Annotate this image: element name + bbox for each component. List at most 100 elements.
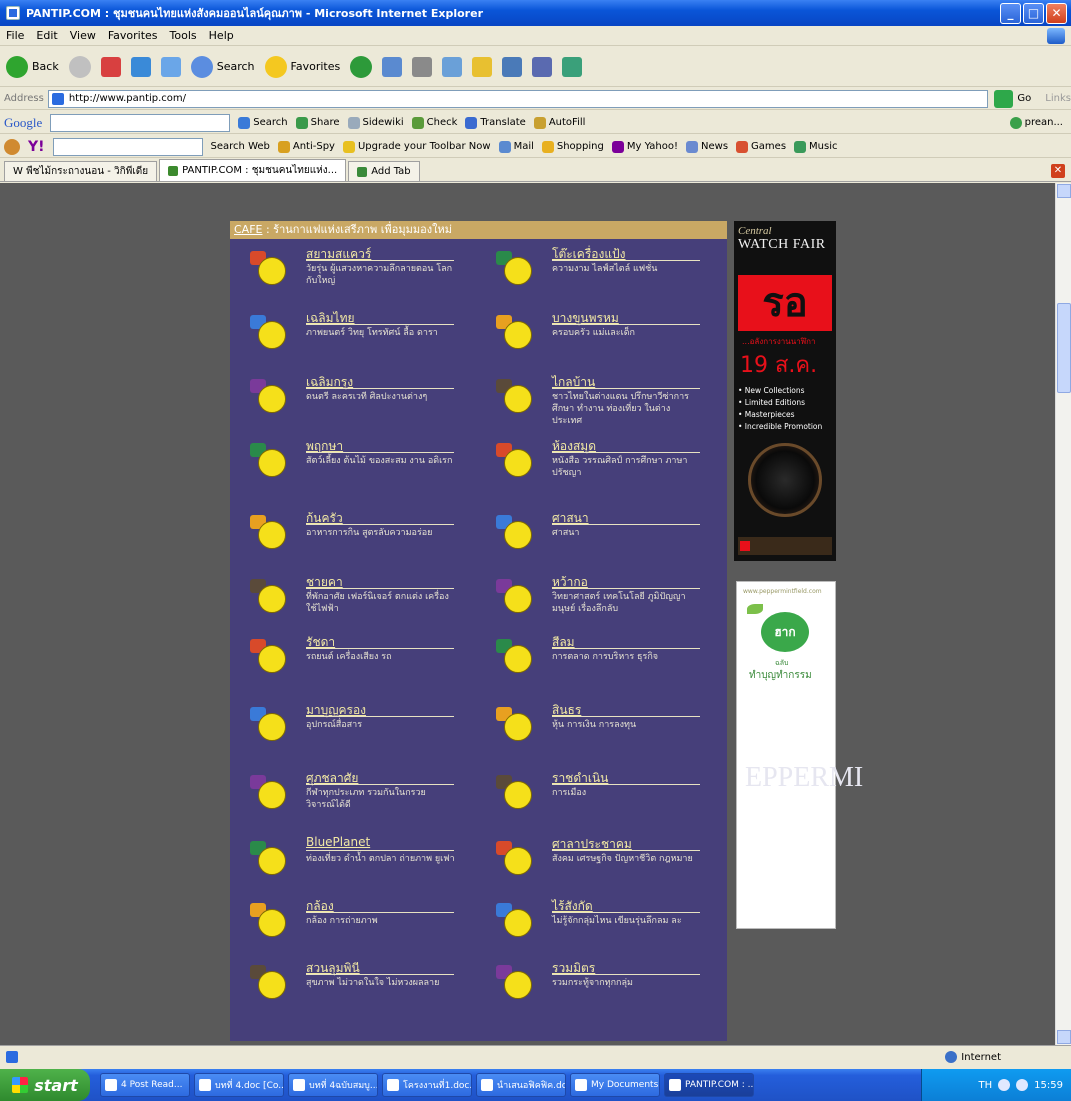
taskbar-button[interactable]: โครงงานที่1.doc...: [382, 1073, 472, 1097]
forum-mascot-icon[interactable]: [496, 577, 540, 621]
forum-name[interactable]: พฤกษา: [306, 437, 343, 456]
yahoo-music-button[interactable]: Music: [794, 140, 837, 153]
forum-mascot-icon[interactable]: [496, 901, 540, 945]
refresh-icon[interactable]: [130, 56, 151, 77]
yahoo-search-input[interactable]: [52, 137, 203, 156]
forum-item[interactable]: รวมมิตร รวมกระทู้จากทุกกลุ่ม: [482, 959, 712, 1019]
print-icon[interactable]: [412, 56, 433, 77]
forum-name[interactable]: รัชดา: [306, 633, 335, 652]
forum-item[interactable]: สินธร หุ้น การเงิน การลงทุน: [482, 701, 712, 761]
tab-wikipedia[interactable]: W พืชไม้กระถางนอน - วิกิพีเดีย: [4, 161, 158, 181]
folder-icon[interactable]: [472, 56, 493, 77]
research-icon[interactable]: [532, 56, 553, 77]
address-input[interactable]: http://www.pantip.com/: [47, 89, 988, 108]
forum-item[interactable]: กล้อง กล้อง การถ่ายภาพ: [236, 897, 466, 957]
vertical-scrollbar[interactable]: [1055, 183, 1071, 1045]
taskbar-button[interactable]: บทที่ 4ฉบับสมบู...: [288, 1073, 378, 1097]
forum-item[interactable]: สีลม การตลาด การบริหาร ธุรกิจ: [482, 633, 712, 693]
forum-mascot-icon[interactable]: [250, 963, 294, 1007]
forum-item[interactable]: บางขุนพรหม ครอบครัว แม่และเด็ก: [482, 309, 712, 369]
mail-icon[interactable]: [382, 56, 403, 77]
menu-help[interactable]: Help: [209, 29, 234, 42]
menu-tools[interactable]: Tools: [170, 29, 197, 42]
go-label[interactable]: Go: [1017, 93, 1031, 104]
yahoo-news-button[interactable]: News: [686, 140, 728, 153]
forum-mascot-icon[interactable]: [496, 249, 540, 293]
forum-item[interactable]: ก้นครัว อาหารการกิน สูตรลับความอร่อย: [236, 509, 466, 569]
forum-name[interactable]: เฉลิมกรุง: [306, 373, 353, 392]
forum-name[interactable]: สินธร: [552, 701, 581, 720]
forum-name[interactable]: กล้อง: [306, 897, 334, 916]
forum-name[interactable]: ไกลบ้าน: [552, 373, 595, 392]
window-title-bar[interactable]: PANTIP.COM : ชุมชนคนไทยแห่งสังคมออนไลน์ค…: [0, 0, 1071, 26]
google-search-input[interactable]: [50, 113, 231, 132]
menu-edit[interactable]: Edit: [36, 29, 57, 42]
forum-item[interactable]: ศาสนา ศาสนา: [482, 509, 712, 569]
language-indicator[interactable]: TH: [979, 1080, 993, 1091]
forum-item[interactable]: ไกลบ้าน ชาวไทยในต่างแดน ปรึกษาวีซ่าการ ศึ…: [482, 373, 712, 433]
yahoo-search-web-button[interactable]: Search Web: [211, 141, 270, 152]
tab-pantip[interactable]: PANTIP.COM : ชุมชนคนไทยแห่ง...: [159, 159, 347, 181]
maximize-button[interactable]: □: [1023, 3, 1044, 24]
back-button[interactable]: Back: [6, 55, 59, 78]
forum-name[interactable]: โต๊ะเครื่องแป้ง: [552, 245, 626, 264]
forum-mascot-icon[interactable]: [250, 377, 294, 421]
taskbar-button[interactable]: My Documents: [570, 1073, 660, 1097]
forum-name[interactable]: ก้นครัว: [306, 509, 343, 528]
forum-mascot-icon[interactable]: [496, 839, 540, 883]
yahoo-myyahoo-button[interactable]: My Yahoo!: [611, 140, 678, 153]
forum-item[interactable]: ศาลาประชาคม สังคม เศรษฐกิจ ปัญหาชีวิต กฎห…: [482, 835, 712, 895]
forum-mascot-icon[interactable]: [250, 901, 294, 945]
forum-item[interactable]: เฉลิมกรุง ดนตรี ละครเวที ศิลปะงานต่างๆ: [236, 373, 466, 433]
taskbar-button[interactable]: บทที่ 4.doc [Co...: [194, 1073, 284, 1097]
forum-mascot-icon[interactable]: [250, 637, 294, 681]
links-label[interactable]: Links: [1045, 93, 1071, 104]
forum-name[interactable]: BluePlanet: [306, 835, 370, 849]
forum-item[interactable]: ราชดำเนิน การเมือง: [482, 769, 712, 829]
messenger-icon[interactable]: [502, 56, 523, 77]
forum-name[interactable]: หว้ากอ: [552, 573, 588, 592]
forum-mascot-icon[interactable]: [496, 313, 540, 357]
forum-mascot-icon[interactable]: [250, 249, 294, 293]
yahoo-mail-button[interactable]: Mail: [498, 140, 534, 153]
forum-mascot-icon[interactable]: [496, 441, 540, 485]
go-button[interactable]: [993, 89, 1014, 108]
menu-view[interactable]: View: [70, 29, 96, 42]
forum-item[interactable]: สวนลุมพินี สุขภาพ ไม่วาดในใจ ไม่หวงผลลาย: [236, 959, 466, 1019]
yahoo-shopping-button[interactable]: Shopping: [541, 140, 604, 153]
search-button[interactable]: Search: [190, 55, 255, 78]
forum-mascot-icon[interactable]: [250, 839, 294, 883]
forum-item[interactable]: โต๊ะเครื่องแป้ง ความงาม ไลฟ์สไตล์ แฟชั่น: [482, 245, 712, 305]
google-translate-button[interactable]: Translate: [465, 116, 526, 129]
forward-button[interactable]: [68, 55, 91, 78]
forum-mascot-icon[interactable]: [496, 377, 540, 421]
forum-mascot-icon[interactable]: [496, 705, 540, 749]
forum-item[interactable]: สยามสแควร์ วัยรุ่น ผู้แสวงหาความลึกลายตอน…: [236, 245, 466, 305]
forum-name[interactable]: เฉลิมไทย: [306, 309, 355, 328]
taskbar-button[interactable]: PANTIP.COM : ...: [664, 1073, 754, 1097]
forum-name[interactable]: ไร้สังกัด: [552, 897, 593, 916]
add-tab-button[interactable]: Add Tab: [348, 161, 420, 181]
forum-item[interactable]: มาบุญครอง อุปกรณ์สื่อสาร: [236, 701, 466, 761]
edit-icon[interactable]: [442, 56, 463, 77]
forum-mascot-icon[interactable]: [250, 577, 294, 621]
forum-name[interactable]: รวมมิตร: [552, 959, 595, 978]
forum-name[interactable]: สวนลุมพินี: [306, 959, 360, 978]
forum-name[interactable]: บางขุนพรหม: [552, 309, 619, 328]
forum-name[interactable]: ศาสนา: [552, 509, 589, 528]
forum-name[interactable]: สยามสแควร์: [306, 245, 371, 264]
scroll-up-icon[interactable]: [1057, 184, 1071, 198]
cafe-link[interactable]: CAFE: [234, 223, 262, 236]
google-check-button[interactable]: Check: [411, 116, 457, 129]
forum-item[interactable]: พฤกษา สัตว์เลี้ยง ต้นไม้ ของสะสม งาน อดิเ…: [236, 437, 466, 497]
minimize-button[interactable]: _: [1000, 3, 1021, 24]
forum-mascot-icon[interactable]: [250, 773, 294, 817]
forum-item[interactable]: รัชดา รถยนต์ เครื่องเสียง รถ: [236, 633, 466, 693]
forum-item[interactable]: ชายคา ที่พักอาศัย เฟอร์นิเจอร์ ตกแต่ง เคร…: [236, 573, 466, 633]
forum-item[interactable]: ห้องสมุด หนังสือ วรรณศิลป์ การศึกษา ภาษา …: [482, 437, 712, 497]
close-window-button[interactable]: ✕: [1046, 3, 1067, 24]
forum-item[interactable]: BluePlanet ท่องเที่ยว ดำน้ำ ตกปลา ถ่ายภาพ…: [236, 835, 466, 895]
stop-icon[interactable]: [100, 56, 121, 77]
forum-mascot-icon[interactable]: [496, 773, 540, 817]
forum-item[interactable]: หว้ากอ วิทยาศาสตร์ เทคโนโลยี ภูมิปัญญา มน…: [482, 573, 712, 633]
